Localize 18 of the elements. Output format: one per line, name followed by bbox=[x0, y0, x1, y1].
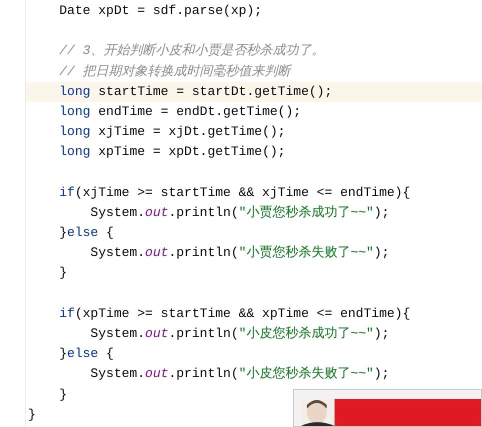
code-line: }else { bbox=[59, 345, 114, 364]
code-line: long xpTime = xpDt.getTime(); bbox=[59, 143, 286, 162]
code-line: if(xpTime >= startTime && xpTime <= endTime){ bbox=[59, 304, 410, 323]
code-line: System.out.println("小贾您秒杀成功了~~"); bbox=[90, 204, 390, 222]
code-line: } bbox=[28, 406, 36, 424]
code-line: long endTime = endDt.getTime(); bbox=[59, 102, 302, 121]
code-line: long startTime = startDt.getTime(); bbox=[59, 82, 332, 101]
code-comment: // 3、开始判断小皮和小贾是否秒杀成功了。 bbox=[59, 42, 324, 60]
code-line: } bbox=[59, 386, 68, 404]
code-line: System.out.println("小皮您秒杀成功了~~"); bbox=[90, 325, 390, 343]
code-line: if(xjTime >= startTime && xjTime <= endTime){ bbox=[59, 184, 410, 202]
code-line: System.out.println("小皮您秒杀失败了~~"); bbox=[90, 365, 390, 384]
code-line: }else { bbox=[59, 224, 114, 242]
code-comment: // 把日期对象转换成时间毫秒值来判断 bbox=[59, 62, 291, 81]
code-line: Date xpDt = sdf.parse(xp); bbox=[59, 2, 262, 20]
code-line: System.out.println("小贾您秒杀失败了~~"); bbox=[90, 244, 390, 262]
code-line: long xjTime = xjDt.getTime(); bbox=[59, 123, 286, 142]
code-line: } bbox=[59, 264, 68, 282]
